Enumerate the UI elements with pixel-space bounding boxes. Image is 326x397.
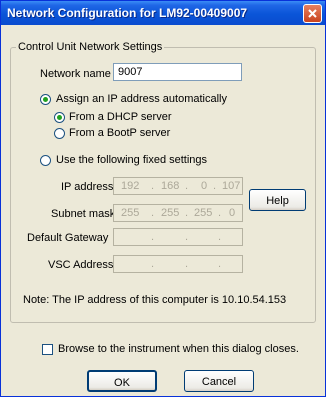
- bootp-label[interactable]: From a BootP server: [69, 127, 170, 139]
- ok-button-label: OK: [114, 377, 130, 389]
- close-icon: [308, 9, 317, 18]
- ip-separator: .: [151, 258, 155, 270]
- ip-separator: .: [151, 231, 155, 243]
- browse-checkbox[interactable]: [42, 344, 53, 355]
- cancel-button[interactable]: Cancel: [184, 370, 254, 392]
- subnet-octet-1: 255: [121, 207, 140, 219]
- ip-octet-4: 107: [222, 180, 241, 192]
- cancel-button-label: Cancel: [201, 376, 237, 388]
- ok-button[interactable]: OK: [87, 370, 157, 392]
- help-button[interactable]: Help: [249, 189, 306, 211]
- subnet-octet-2: 255: [161, 207, 180, 219]
- title-bar[interactable]: Network Configuration for LM92-00409007: [1, 1, 325, 25]
- ip-separator: .: [218, 207, 222, 219]
- subnet-octet-4: 0: [229, 207, 236, 219]
- fixed-settings-label[interactable]: Use the following fixed settings: [56, 154, 207, 166]
- vsc-address-label: VSC Address: [48, 259, 114, 271]
- dialog-window: Network Configuration for LM92-00409007 …: [0, 0, 326, 397]
- ip-separator: .: [218, 231, 222, 243]
- subnet-mask-field[interactable]: 255 . 255 . 255 . 0: [113, 204, 243, 222]
- dhcp-radio[interactable]: [54, 112, 65, 123]
- ip-address-label: IP address: [61, 181, 114, 193]
- subnet-mask-label: Subnet mask: [51, 208, 116, 220]
- fixed-settings-radio[interactable]: [40, 155, 51, 166]
- default-gateway-label: Default Gateway: [27, 232, 109, 244]
- ip-separator: .: [185, 180, 189, 192]
- ip-separator: .: [151, 180, 155, 192]
- ip-octet-2: 168: [161, 180, 180, 192]
- ip-separator: .: [213, 180, 217, 192]
- group-legend: Control Unit Network Settings: [16, 41, 165, 53]
- default-gateway-field[interactable]: . . .: [113, 228, 243, 246]
- dhcp-label[interactable]: From a DHCP server: [69, 111, 171, 123]
- browse-checkbox-label[interactable]: Browse to the instrument when this dialo…: [58, 343, 299, 355]
- vsc-address-field[interactable]: . . .: [113, 255, 243, 273]
- ip-octet-3: 0: [201, 180, 208, 192]
- ip-separator: .: [185, 207, 189, 219]
- ip-address-field[interactable]: 192 . 168 . 0 . 107: [113, 177, 243, 195]
- close-button[interactable]: [303, 4, 322, 23]
- ip-separator: .: [185, 231, 189, 243]
- ip-separator: .: [185, 258, 189, 270]
- assign-auto-label[interactable]: Assign an IP address automatically: [56, 93, 227, 105]
- ip-separator: .: [151, 207, 155, 219]
- window-title: Network Configuration for LM92-00409007: [7, 6, 248, 20]
- help-button-label: Help: [266, 195, 289, 207]
- network-name-label: Network name: [40, 68, 111, 80]
- ip-octet-1: 192: [121, 180, 140, 192]
- ip-note-text: Note: The IP address of this computer is…: [23, 294, 287, 306]
- assign-auto-radio[interactable]: [40, 94, 51, 105]
- ip-separator: .: [218, 258, 222, 270]
- bootp-radio[interactable]: [54, 128, 65, 139]
- radio-selected-dot: [43, 97, 48, 102]
- network-name-input[interactable]: [113, 63, 242, 81]
- radio-selected-dot: [57, 115, 62, 120]
- subnet-octet-3: 255: [194, 207, 213, 219]
